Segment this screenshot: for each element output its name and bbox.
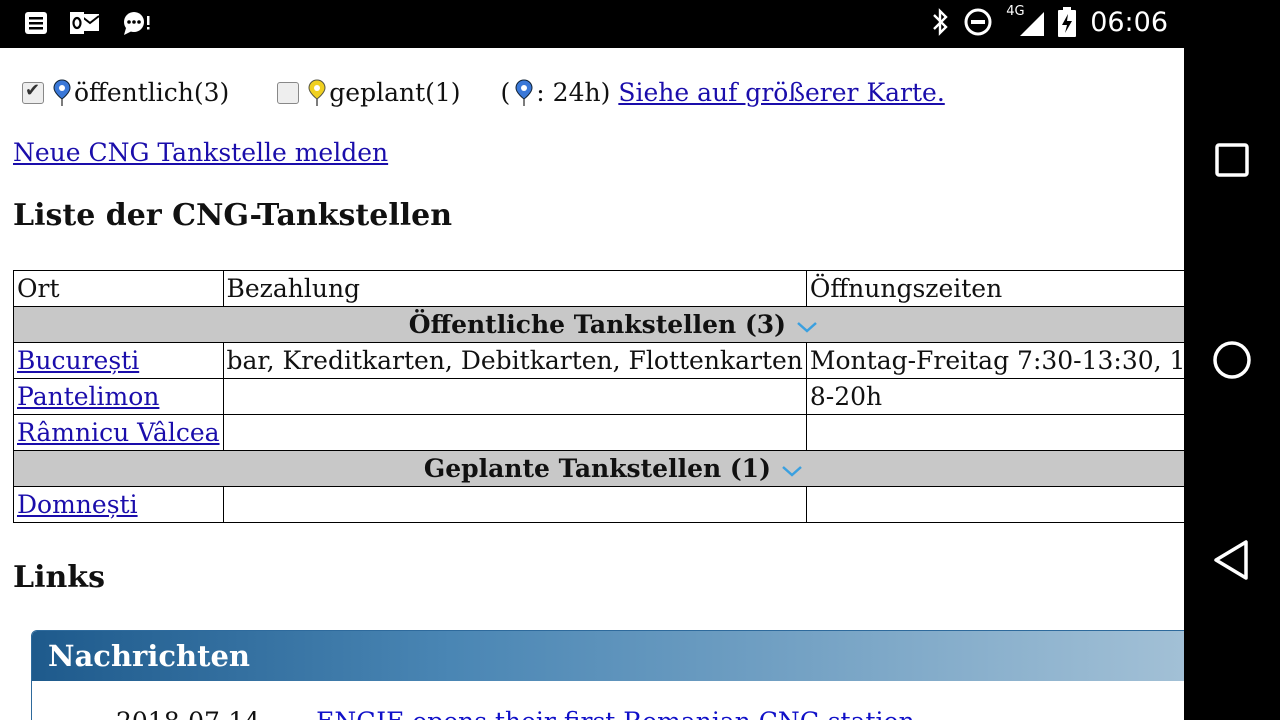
payment-cell: [222, 414, 807, 451]
status-left-icons: [24, 10, 152, 36]
signal-icon: [1020, 12, 1045, 36]
station-list-heading: Liste der CNG-Tankstellen: [13, 198, 453, 233]
do-not-disturb-icon: [964, 8, 992, 36]
navigation-bar: [1184, 0, 1280, 720]
home-icon: [1213, 341, 1251, 379]
status-bar: 4G 06:06: [0, 0, 1184, 48]
hours-cell: Montag-Freitag 7:30-13:30, 13:: [805, 342, 1184, 379]
hours-cell: [805, 486, 1184, 523]
city-cell: Râmnicu Vâlcea: [13, 414, 224, 451]
yellow-map-pin-icon: [308, 78, 326, 106]
planned-stations-label: geplant(1): [329, 78, 461, 107]
recents-icon: [1215, 143, 1249, 177]
notes-icon: [25, 12, 47, 34]
news-item: 2018-07-14 ENGIE opens their first Roman…: [116, 707, 915, 720]
hours-cell: [805, 414, 1184, 451]
bluetooth-icon: [933, 8, 948, 36]
group-planned-label: Geplante Tankstellen (1): [423, 454, 771, 483]
map-filter-bar: öffentlich(3) geplant(1) ( : 24h) Siehe …: [22, 78, 945, 107]
table-row: Râmnicu Vâlcea: [13, 414, 1184, 451]
report-new-station-link[interactable]: Neue CNG Tankstelle melden: [13, 138, 388, 167]
planned-stations-checkbox[interactable]: [277, 81, 300, 104]
news-box-title: Nachrichten: [32, 631, 1184, 681]
status-right-icons: 4G 06:06: [930, 4, 1168, 38]
city-link[interactable]: Domnești: [17, 490, 138, 519]
city-cell: București: [13, 342, 224, 379]
table-header-row: Ort Bezahlung Öffnungszeiten: [13, 270, 1184, 307]
news-link[interactable]: ENGIE opens their first Romanian CNG sta…: [316, 707, 915, 720]
column-header-bezahlung: Bezahlung: [222, 270, 807, 307]
clock: 06:06: [1090, 6, 1168, 38]
table-row: Domnești: [13, 486, 1184, 523]
table-row: București bar, Kreditkarten, Debitkarten…: [13, 342, 1184, 379]
city-link[interactable]: Pantelimon: [17, 382, 159, 411]
larger-map-link[interactable]: Siehe auf größerer Karte.: [618, 78, 944, 107]
city-link[interactable]: Râmnicu Vâlcea: [17, 418, 220, 447]
links-heading: Links: [13, 560, 105, 595]
table-row: Pantelimon 8-20h: [13, 378, 1184, 415]
group-public-label: Öffentliche Tankstellen (3): [408, 310, 786, 339]
column-header-oeffnungszeiten: Öffnungszeiten: [805, 270, 1184, 307]
city-cell: Domnești: [13, 486, 224, 523]
city-link[interactable]: București: [17, 346, 139, 375]
legend-open-paren: (: [500, 78, 511, 107]
recents-button[interactable]: [1208, 136, 1256, 184]
signal-indicator: 4G: [1006, 4, 1045, 38]
payment-cell: bar, Kreditkarten, Debitkarten, Flottenk…: [222, 342, 807, 379]
alert-bubble-icon: [124, 12, 150, 35]
news-box: Nachrichten 2018-07-14 ENGIE opens their…: [31, 630, 1184, 720]
outlook-icon: [70, 12, 100, 34]
chevron-down-icon: [797, 321, 817, 333]
station-table: Ort Bezahlung Öffnungszeiten Öffentliche…: [13, 270, 1184, 523]
news-date: 2018-07-14: [116, 707, 260, 720]
group-header-planned[interactable]: Geplante Tankstellen (1): [13, 450, 1184, 487]
public-stations-label: öffentlich(3): [74, 78, 230, 107]
back-icon: [1214, 540, 1248, 580]
hours-cell: 8-20h: [805, 378, 1184, 415]
group-header-public[interactable]: Öffentliche Tankstellen (3): [13, 306, 1184, 343]
home-button[interactable]: [1208, 336, 1256, 384]
payment-cell: [222, 378, 807, 415]
battery-charging-icon: [1058, 7, 1077, 37]
back-button[interactable]: [1208, 536, 1256, 584]
payment-cell: [222, 486, 807, 523]
legend-map-pin-icon: [515, 78, 533, 106]
city-cell: Pantelimon: [13, 378, 224, 415]
planned-stations-group-row[interactable]: Geplante Tankstellen (1): [13, 450, 1184, 487]
legend-24h-text: : 24h): [536, 78, 611, 107]
public-stations-checkbox[interactable]: [22, 80, 44, 104]
web-page: öffentlich(3) geplant(1) ( : 24h) Siehe …: [0, 48, 1184, 720]
column-header-ort: Ort: [13, 270, 224, 307]
chevron-down-icon: [782, 465, 802, 477]
blue-map-pin-icon: [53, 78, 71, 106]
public-stations-group-row[interactable]: Öffentliche Tankstellen (3): [13, 306, 1184, 343]
